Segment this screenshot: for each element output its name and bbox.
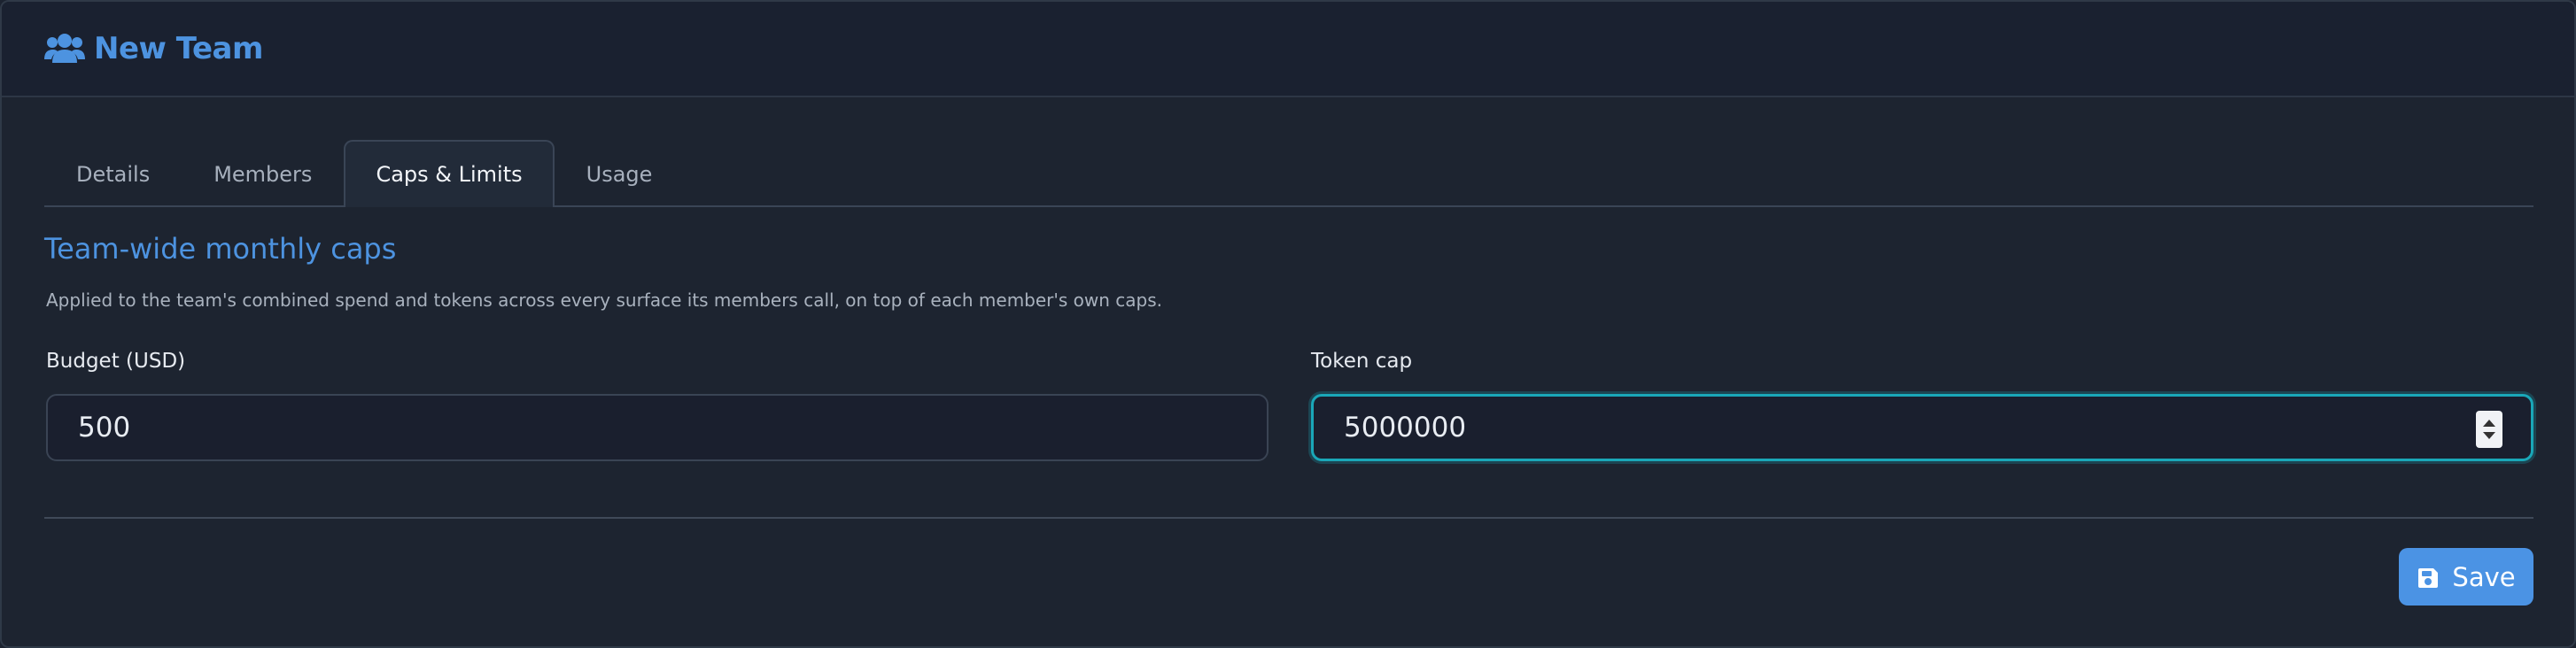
panel-header: New Team [2, 2, 2574, 97]
budget-input[interactable]: 500 [46, 394, 1269, 461]
token-cap-label: Token cap [1311, 350, 1413, 373]
tab-caps-limits[interactable]: Caps & Limits [344, 140, 555, 207]
save-button-label: Save [2452, 561, 2516, 592]
number-spinner[interactable] [2476, 411, 2502, 448]
section-title: Team-wide monthly caps [44, 232, 397, 266]
floppy-disk-icon [2417, 566, 2440, 589]
page-title: New Team [94, 31, 263, 66]
tab-usage[interactable]: Usage [555, 140, 685, 207]
tab-members[interactable]: Members [182, 140, 344, 207]
new-team-panel: New Team Details Members Caps & Limits U… [0, 0, 2576, 648]
spinner-down-icon[interactable] [2483, 432, 2495, 439]
save-button[interactable]: Save [2399, 548, 2533, 606]
divider [44, 517, 2533, 519]
users-icon [44, 31, 85, 66]
section-description: Applied to the team's combined spend and… [46, 289, 1163, 311]
token-cap-input[interactable]: 5000000 [1311, 394, 2533, 461]
tab-bar: Details Members Caps & Limits Usage [44, 140, 2533, 207]
budget-input-value: 500 [78, 412, 131, 444]
budget-label: Budget (USD) [46, 350, 186, 373]
token-cap-input-value: 5000000 [1344, 412, 1467, 444]
tab-details[interactable]: Details [44, 140, 182, 207]
spinner-up-icon[interactable] [2483, 420, 2495, 427]
